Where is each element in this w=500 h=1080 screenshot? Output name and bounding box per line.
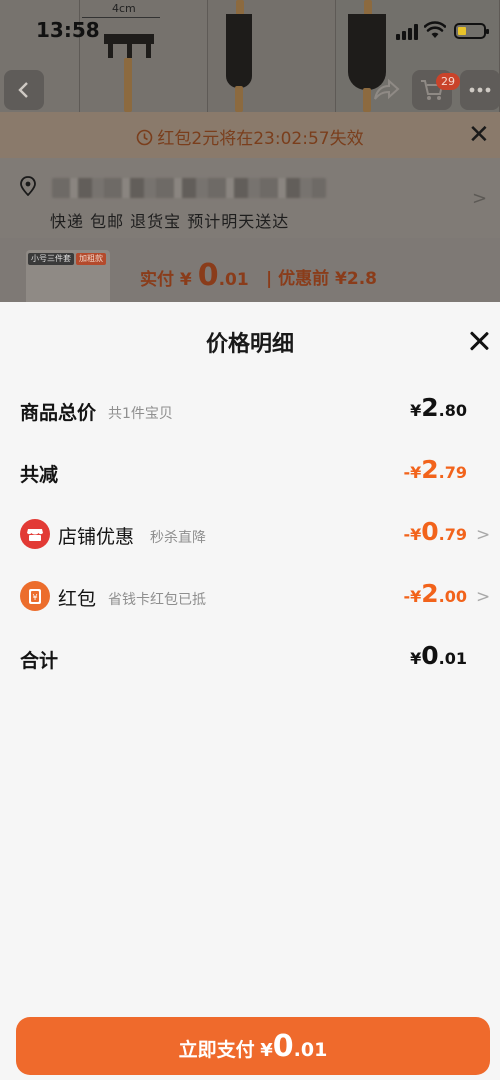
- cart-badge: 29: [436, 73, 460, 90]
- actual-pay-decimal: .01: [218, 270, 249, 290]
- coupon-expiry-label: 红包2元将在23:02:57失效: [157, 129, 364, 149]
- price-row-total: 商品总价 共1件宝贝 ¥2.80: [0, 388, 500, 434]
- price-row-shop-discount[interactable]: 店铺优惠 秒杀直降 -¥0.79 >: [0, 512, 500, 558]
- close-icon[interactable]: ✕: [468, 120, 490, 150]
- pay-now-button[interactable]: 立即支付 ¥0.01: [16, 1017, 490, 1075]
- chevron-right-icon: >: [476, 587, 491, 607]
- product-thumbnail: 小号三件套 加粗款: [26, 250, 110, 310]
- row-amount: -¥2.00: [403, 579, 467, 608]
- clock-icon: [137, 129, 153, 146]
- row-amount: ¥2.80: [410, 393, 467, 422]
- status-time: 13:58: [36, 18, 100, 42]
- more-icon[interactable]: [460, 70, 500, 110]
- location-pin-icon: [20, 176, 36, 196]
- row-amount: -¥0.79: [403, 517, 467, 546]
- price-row-grand-total: 合计 ¥0.01: [0, 636, 500, 682]
- row-label: 合计: [20, 650, 59, 672]
- actual-pay-currency: ¥: [179, 270, 192, 290]
- product-summary: 小号三件套 加粗款 实付 ¥ 0.01 | 优惠前 ¥2.8: [0, 238, 500, 310]
- actual-pay-integer: 0: [197, 258, 219, 293]
- address-section[interactable]: 快递 包邮 退货宝 预计明天送达 >: [0, 158, 500, 238]
- price-row-red-packet[interactable]: ¥ 红包 省钱卡红包已抵 -¥2.00 >: [0, 574, 500, 620]
- product-tag-highlight: 加粗款: [76, 253, 106, 265]
- row-label: 商品总价: [20, 402, 97, 424]
- coupon-expiry-banner: 红包2元将在23:02:57失效 ✕: [0, 112, 500, 158]
- row-label: 共减: [20, 464, 59, 486]
- shipping-info: 快递 包邮 退货宝 预计明天送达: [50, 212, 290, 231]
- shop-icon: [20, 519, 50, 549]
- battery-icon: [454, 23, 489, 39]
- row-amount: ¥0.01: [410, 641, 467, 670]
- row-sub: 共1件宝贝: [108, 406, 173, 422]
- wifi-icon: [424, 21, 446, 38]
- actual-pay-amount: 实付 ¥ 0.01: [140, 258, 249, 293]
- actual-pay-label: 实付: [140, 270, 174, 290]
- row-label: 店铺优惠: [58, 526, 135, 548]
- share-icon[interactable]: [366, 70, 406, 110]
- svg-text:¥: ¥: [32, 593, 37, 602]
- back-arrow-icon[interactable]: [4, 70, 44, 110]
- pay-now-label: 立即支付 ¥0.01: [178, 1029, 328, 1064]
- chevron-right-icon: >: [476, 525, 491, 545]
- row-amount: -¥2.79: [403, 455, 467, 484]
- address-redacted: [52, 178, 326, 198]
- product-tag: 小号三件套: [28, 253, 74, 265]
- close-icon[interactable]: [466, 328, 492, 354]
- product-page-background: 4cm 13:58 29 红包2元将在23:02:57失效 ✕ 快递 包邮 退货…: [0, 0, 500, 310]
- red-packet-icon: ¥: [20, 581, 50, 611]
- chevron-right-icon: >: [472, 188, 488, 209]
- row-sub: 省钱卡红包已抵: [108, 592, 206, 608]
- price-detail-sheet: 价格明细 商品总价 共1件宝贝 ¥2.80 共减 -¥2.79 店铺优惠 秒杀直…: [0, 302, 500, 1080]
- coupon-expiry-text: 红包2元将在23:02:57失效: [0, 124, 500, 149]
- status-bar: 13:58: [0, 14, 500, 48]
- price-row-discount-total: 共减 -¥2.79: [0, 450, 500, 496]
- row-sub: 秒杀直降: [150, 530, 206, 546]
- before-discount-price: | 优惠前 ¥2.8: [266, 269, 377, 289]
- sheet-title: 价格明细: [205, 332, 294, 357]
- row-label: 红包: [58, 588, 97, 610]
